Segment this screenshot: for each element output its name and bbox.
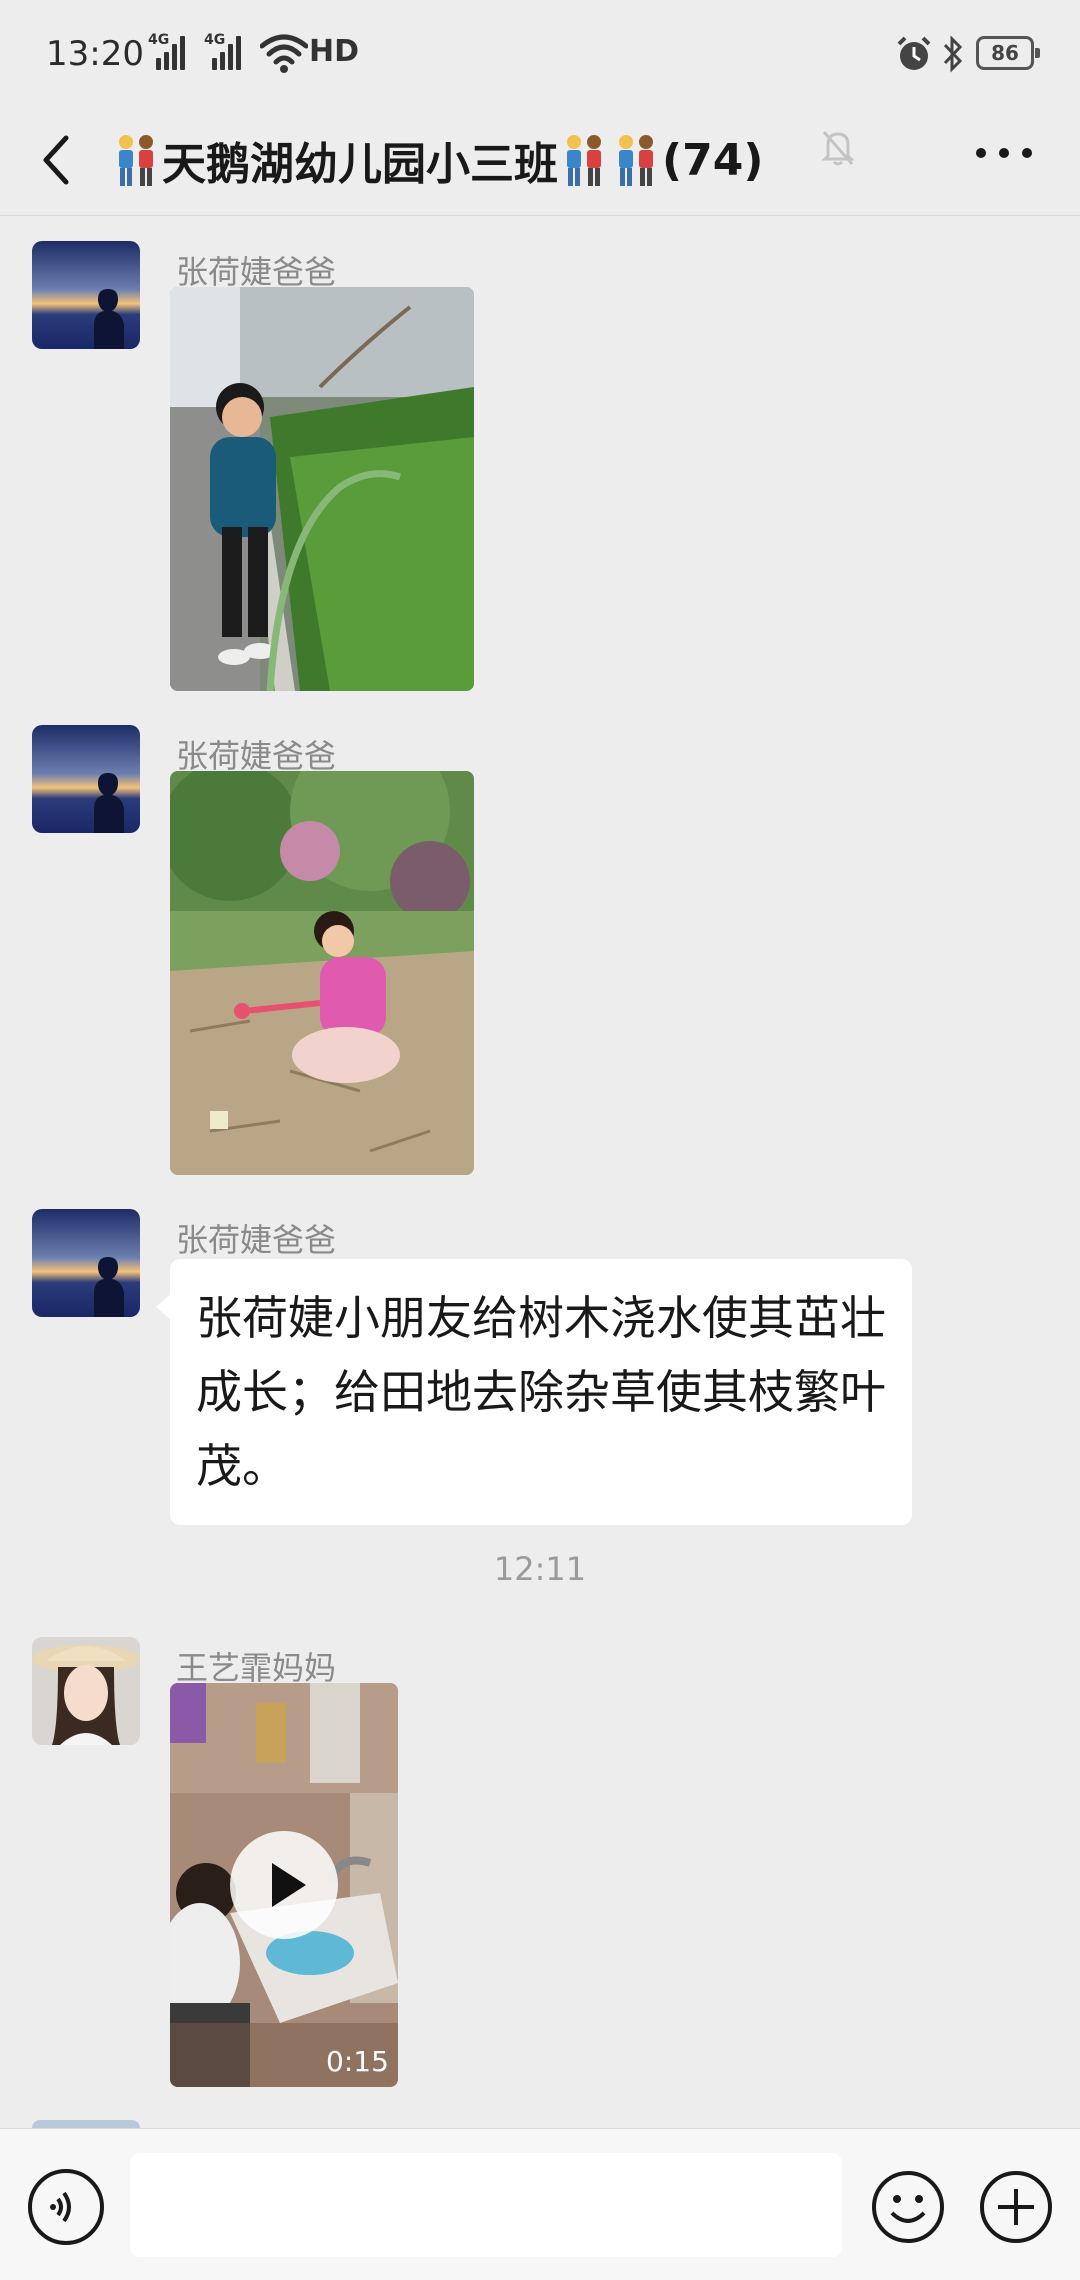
input-bar (0, 2128, 1080, 2280)
avatar (32, 2120, 140, 2128)
status-time: 13:20 (46, 34, 144, 74)
avatar[interactable] (32, 725, 140, 833)
couple-emoji-icon (619, 135, 653, 186)
group-title[interactable]: 天鹅湖幼儿园小三班 (74) (110, 128, 763, 192)
alarm-icon (897, 36, 931, 70)
video-message[interactable]: 0:15 (170, 1683, 398, 2087)
video-duration: 0:15 (326, 2045, 389, 2078)
battery-icon: 86 (976, 36, 1040, 70)
message-timestamp: 12:11 (493, 1550, 587, 1588)
avatar[interactable] (32, 241, 140, 349)
emoji-button[interactable] (870, 2169, 946, 2245)
signal-icon: 4G (148, 32, 186, 70)
signal-icon: 4G (204, 32, 242, 70)
avatar[interactable] (32, 1209, 140, 1317)
voice-input-button[interactable] (28, 2169, 104, 2245)
image-message[interactable] (170, 287, 474, 691)
message-input[interactable] (130, 2153, 842, 2257)
text-message-bubble[interactable]: 张荷婕小朋友给树木浇水使其茁壮成长；给田地去除杂草使其枝繁叶茂。 (156, 1259, 912, 1525)
status-bar: 13:20 4G 4G HD 86 (0, 0, 1080, 108)
image-message[interactable] (170, 771, 474, 1175)
more-functions-button[interactable] (978, 2169, 1054, 2245)
more-options-button[interactable] (974, 146, 1034, 160)
couple-emoji-icon (567, 135, 601, 186)
sender-name: 张荷婕爸爸 (176, 1221, 337, 1259)
chat-header: 天鹅湖幼儿园小三班 (74) (0, 108, 1080, 216)
hd-indicator: HD (309, 34, 360, 69)
couple-emoji-icon (119, 135, 153, 186)
avatar[interactable] (32, 1637, 140, 1745)
group-name: 天鹅湖幼儿园小三班 (162, 139, 558, 190)
bluetooth-icon (943, 35, 963, 73)
wifi-icon (260, 34, 308, 73)
mute-bell-icon (821, 131, 855, 166)
voice-icon (50, 2191, 71, 2223)
play-button-icon[interactable] (230, 1831, 338, 1939)
back-button[interactable] (36, 130, 76, 190)
chat-screen: 13:20 4G 4G HD 86 天鹅湖幼儿园小三班 (74) 张荷婕爸爸 张… (0, 0, 1080, 2280)
member-count: (74) (662, 134, 764, 186)
